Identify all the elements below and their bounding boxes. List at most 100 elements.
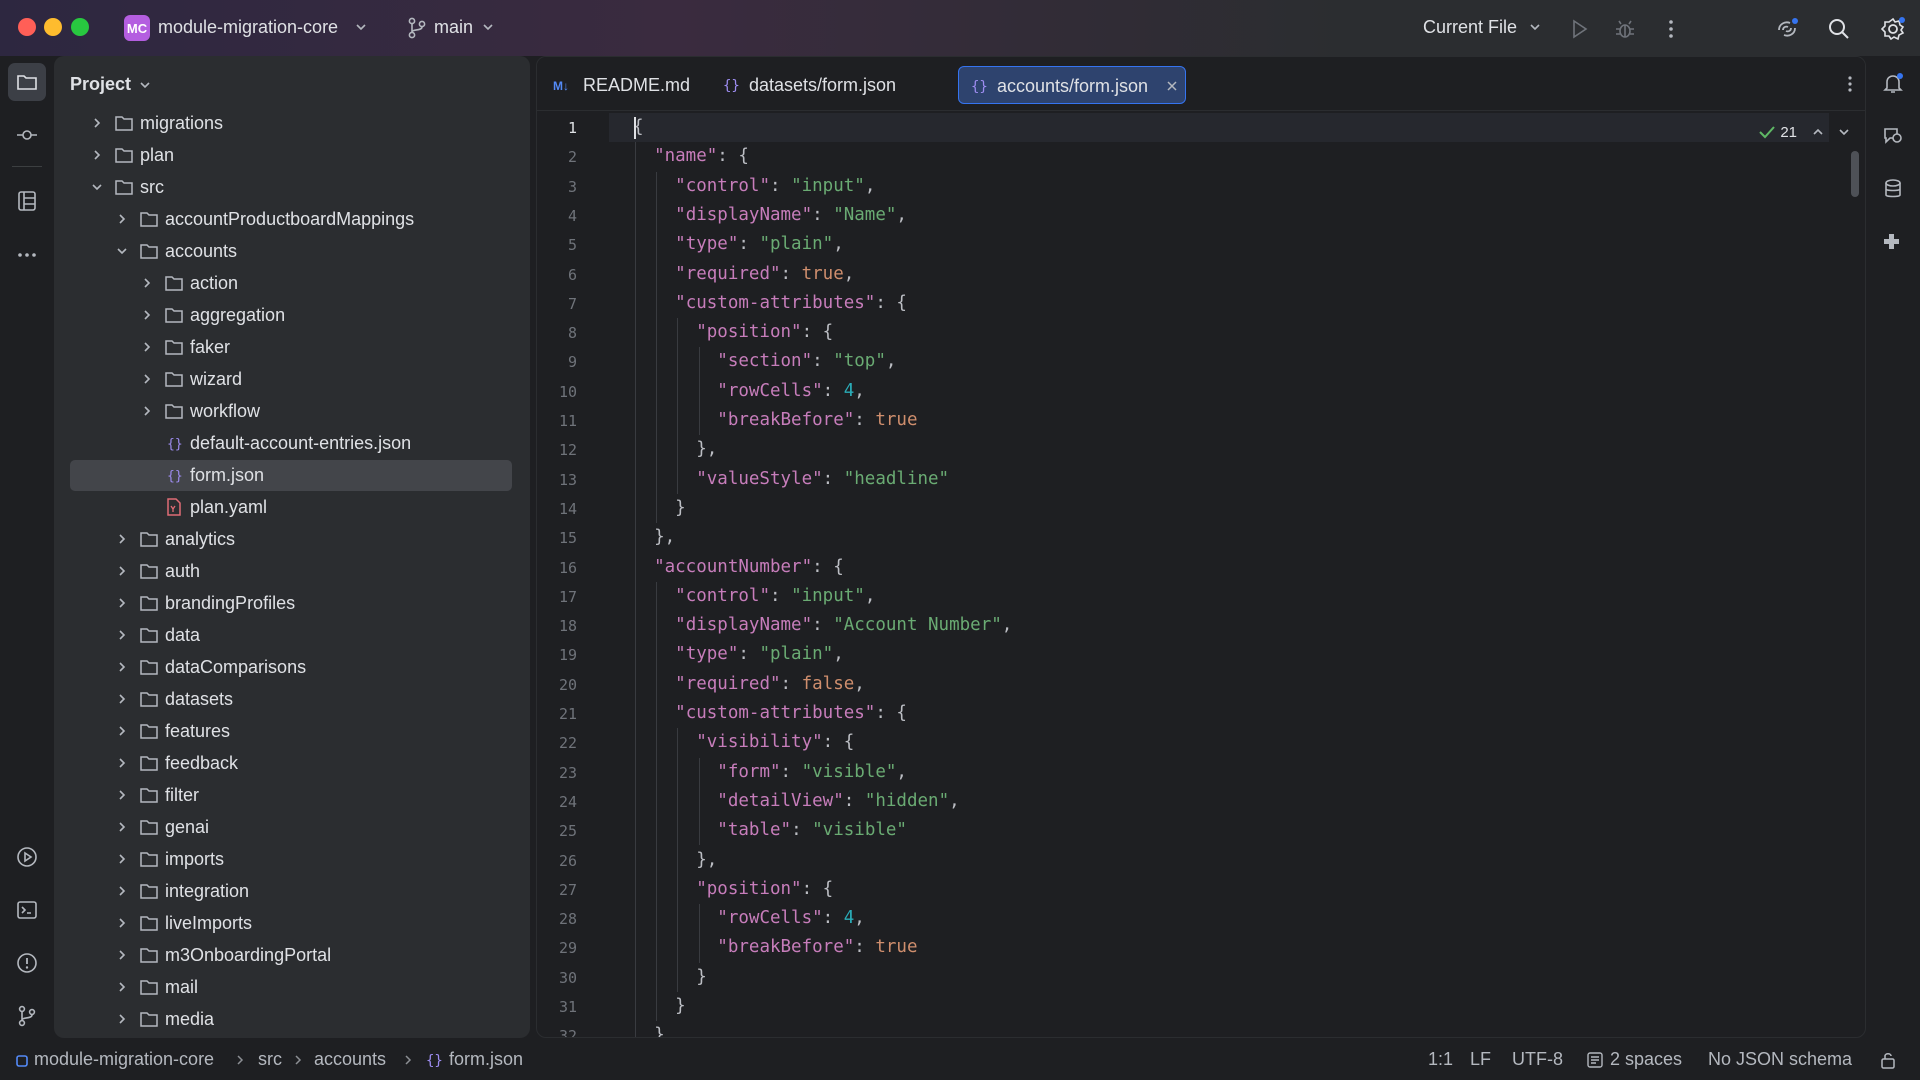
breadcrumb-src[interactable]: src [258,1049,282,1070]
inspection-widget[interactable]: 21 [1758,121,1851,143]
tree-folder-item[interactable]: auth [70,556,512,587]
window-close-button[interactable] [18,18,36,36]
breadcrumb-accounts[interactable]: accounts [314,1049,386,1070]
tree-folder-item[interactable]: src [70,172,512,203]
tree-folder-item[interactable]: aggregation [70,300,512,331]
tree-folder-item[interactable]: media [70,1004,512,1035]
tree-folder-item[interactable]: mail [70,972,512,1003]
vertical-scrollbar[interactable] [1851,151,1859,197]
tree-folder-item[interactable]: action [70,268,512,299]
tab-options-icon[interactable] [1839,73,1861,95]
json-schema-selector[interactable]: No JSON schema [1708,1049,1852,1070]
chevron-right-icon[interactable] [90,116,104,130]
tree-folder-item[interactable]: plan [70,140,512,171]
tree-folder-item[interactable]: feedback [70,748,512,779]
tree-folder-item[interactable]: workflow [70,396,512,427]
project-switcher[interactable]: module-migration-core [158,17,338,38]
lock-icon[interactable] [1878,1050,1898,1070]
project-tool-button[interactable] [8,63,46,101]
chevron-right-icon[interactable] [115,916,129,930]
tree-folder-item[interactable]: genai [70,812,512,843]
run-icon[interactable] [1566,16,1592,42]
chevron-right-icon[interactable] [115,820,129,834]
tree-folder-item[interactable]: filter [70,780,512,811]
chevron-right-icon[interactable] [115,628,129,642]
tree-folder-item[interactable]: faker [70,332,512,363]
file-encoding[interactable]: UTF-8 [1512,1049,1563,1070]
chevron-right-icon[interactable] [115,660,129,674]
indent-setting[interactable]: 2 spaces [1610,1049,1682,1070]
chevron-right-icon[interactable] [115,692,129,706]
run-configuration-selector[interactable]: Current File [1423,17,1517,38]
settings-gear-icon[interactable] [1880,16,1906,42]
tree-folder-item[interactable]: integration [70,876,512,907]
branch-switcher[interactable]: main [434,17,473,38]
more-tools-button[interactable] [8,236,46,274]
git-tool-button[interactable] [8,997,46,1035]
commit-tool-button[interactable] [8,116,46,154]
project-panel-title[interactable]: Project [70,74,131,95]
problems-tool-button[interactable] [8,944,46,982]
plugin-button[interactable] [1874,223,1912,261]
chevron-right-icon[interactable] [115,948,129,962]
breadcrumb-project[interactable]: module-migration-core [34,1049,214,1070]
debug-icon[interactable] [1612,16,1638,42]
chevron-right-icon[interactable] [115,724,129,738]
tree-folder-item[interactable]: accounts [70,236,512,267]
chevron-right-icon[interactable] [140,276,154,290]
close-tab-icon[interactable] [1165,79,1179,93]
tree-folder-item[interactable]: m3OnboardingPortal [70,940,512,971]
run-tool-button[interactable] [8,838,46,876]
chevron-right-icon[interactable] [115,596,129,610]
chevron-right-icon[interactable] [115,756,129,770]
ai-assistant-icon[interactable] [1774,16,1800,42]
chevron-right-icon[interactable] [90,148,104,162]
search-icon[interactable] [1826,16,1852,42]
terminal-tool-button[interactable] [8,891,46,929]
chevron-right-icon[interactable] [115,788,129,802]
project-badge[interactable]: MC [124,15,150,41]
caret-position[interactable]: 1:1 [1428,1049,1453,1070]
chevron-right-icon[interactable] [115,852,129,866]
tree-folder-item[interactable]: features [70,716,512,747]
code-area[interactable]: { "name": { "control": "input", "display… [633,113,1833,1037]
chevron-right-icon[interactable] [140,404,154,418]
chevron-right-icon[interactable] [115,884,129,898]
tree-folder-item[interactable]: migrations [70,108,512,139]
tab-readme[interactable]: M↓ README.md [545,66,695,104]
tree-folder-item[interactable]: analytics [70,524,512,555]
chevron-right-icon[interactable] [140,372,154,386]
tree-folder-item[interactable]: liveImports [70,908,512,939]
tab-datasets-form-json[interactable]: {} datasets/form.json [721,66,921,104]
tree-folder-item[interactable]: accountProductboardMappings [70,204,512,235]
breadcrumb-file[interactable]: form.json [449,1049,523,1070]
structure-tool-button[interactable] [8,182,46,220]
chevron-right-icon[interactable] [115,532,129,546]
tab-accounts-form-json[interactable]: {} accounts/form.json [958,66,1186,104]
chevron-right-icon[interactable] [115,212,129,226]
tree-folder-item[interactable]: imports [70,844,512,875]
previous-highlight-icon[interactable] [1811,125,1825,139]
more-actions-icon[interactable] [1658,16,1684,42]
chevron-right-icon[interactable] [115,564,129,578]
tree-file-item[interactable]: plan.yaml [70,492,512,523]
line-separator[interactable]: LF [1470,1049,1491,1070]
tree-folder-item[interactable]: data [70,620,512,651]
chevron-right-icon[interactable] [115,1012,129,1026]
window-minimize-button[interactable] [44,18,62,36]
ai-chat-button[interactable] [1874,117,1912,155]
chevron-right-icon[interactable] [140,308,154,322]
window-maximize-button[interactable] [71,18,89,36]
tree-file-item[interactable]: {} default-account-entries.json [70,428,512,459]
tree-folder-item[interactable]: brandingProfiles [70,588,512,619]
tree-folder-item[interactable]: datasets [70,684,512,715]
chevron-right-icon[interactable] [140,340,154,354]
tree-folder-item[interactable]: wizard [70,364,512,395]
tree-folder-item[interactable]: dataComparisons [70,652,512,683]
chevron-down-icon[interactable] [90,180,104,194]
chevron-right-icon[interactable] [115,980,129,994]
next-highlight-icon[interactable] [1837,125,1851,139]
notifications-button[interactable] [1874,64,1912,102]
tree-file-item[interactable]: {} form.json [70,460,512,491]
database-button[interactable] [1874,170,1912,208]
